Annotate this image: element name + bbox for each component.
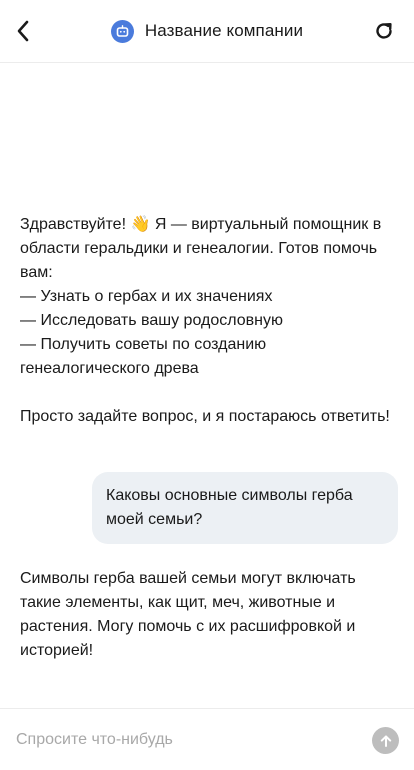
message-composer [0,708,414,770]
chat-header: Название компании [0,0,414,63]
chat-app: Название компании Здравствуйте! 👋 Я — ви… [0,0,414,770]
header-title-group: Название компании [110,19,304,43]
refresh-button[interactable] [370,17,398,45]
bot-message-answer: Символы герба вашей семьи могут включать… [20,570,356,659]
arrow-up-icon [380,734,391,747]
bot-icon [116,24,129,37]
back-button[interactable] [8,15,38,47]
page-title: Название компании [144,21,304,40]
chevron-left-icon [17,20,29,42]
user-message-bubble: Каковы основные символы герба моей семьи… [92,472,398,544]
send-button[interactable] [372,727,399,754]
refresh-icon [376,23,392,39]
message-input[interactable] [16,728,356,752]
message-list: Здравствуйте! 👋 Я — виртуальный помощник… [0,63,414,708]
bot-avatar [110,19,134,43]
bot-message-greeting: Здравствуйте! 👋 Я — виртуальный помощник… [20,216,390,425]
